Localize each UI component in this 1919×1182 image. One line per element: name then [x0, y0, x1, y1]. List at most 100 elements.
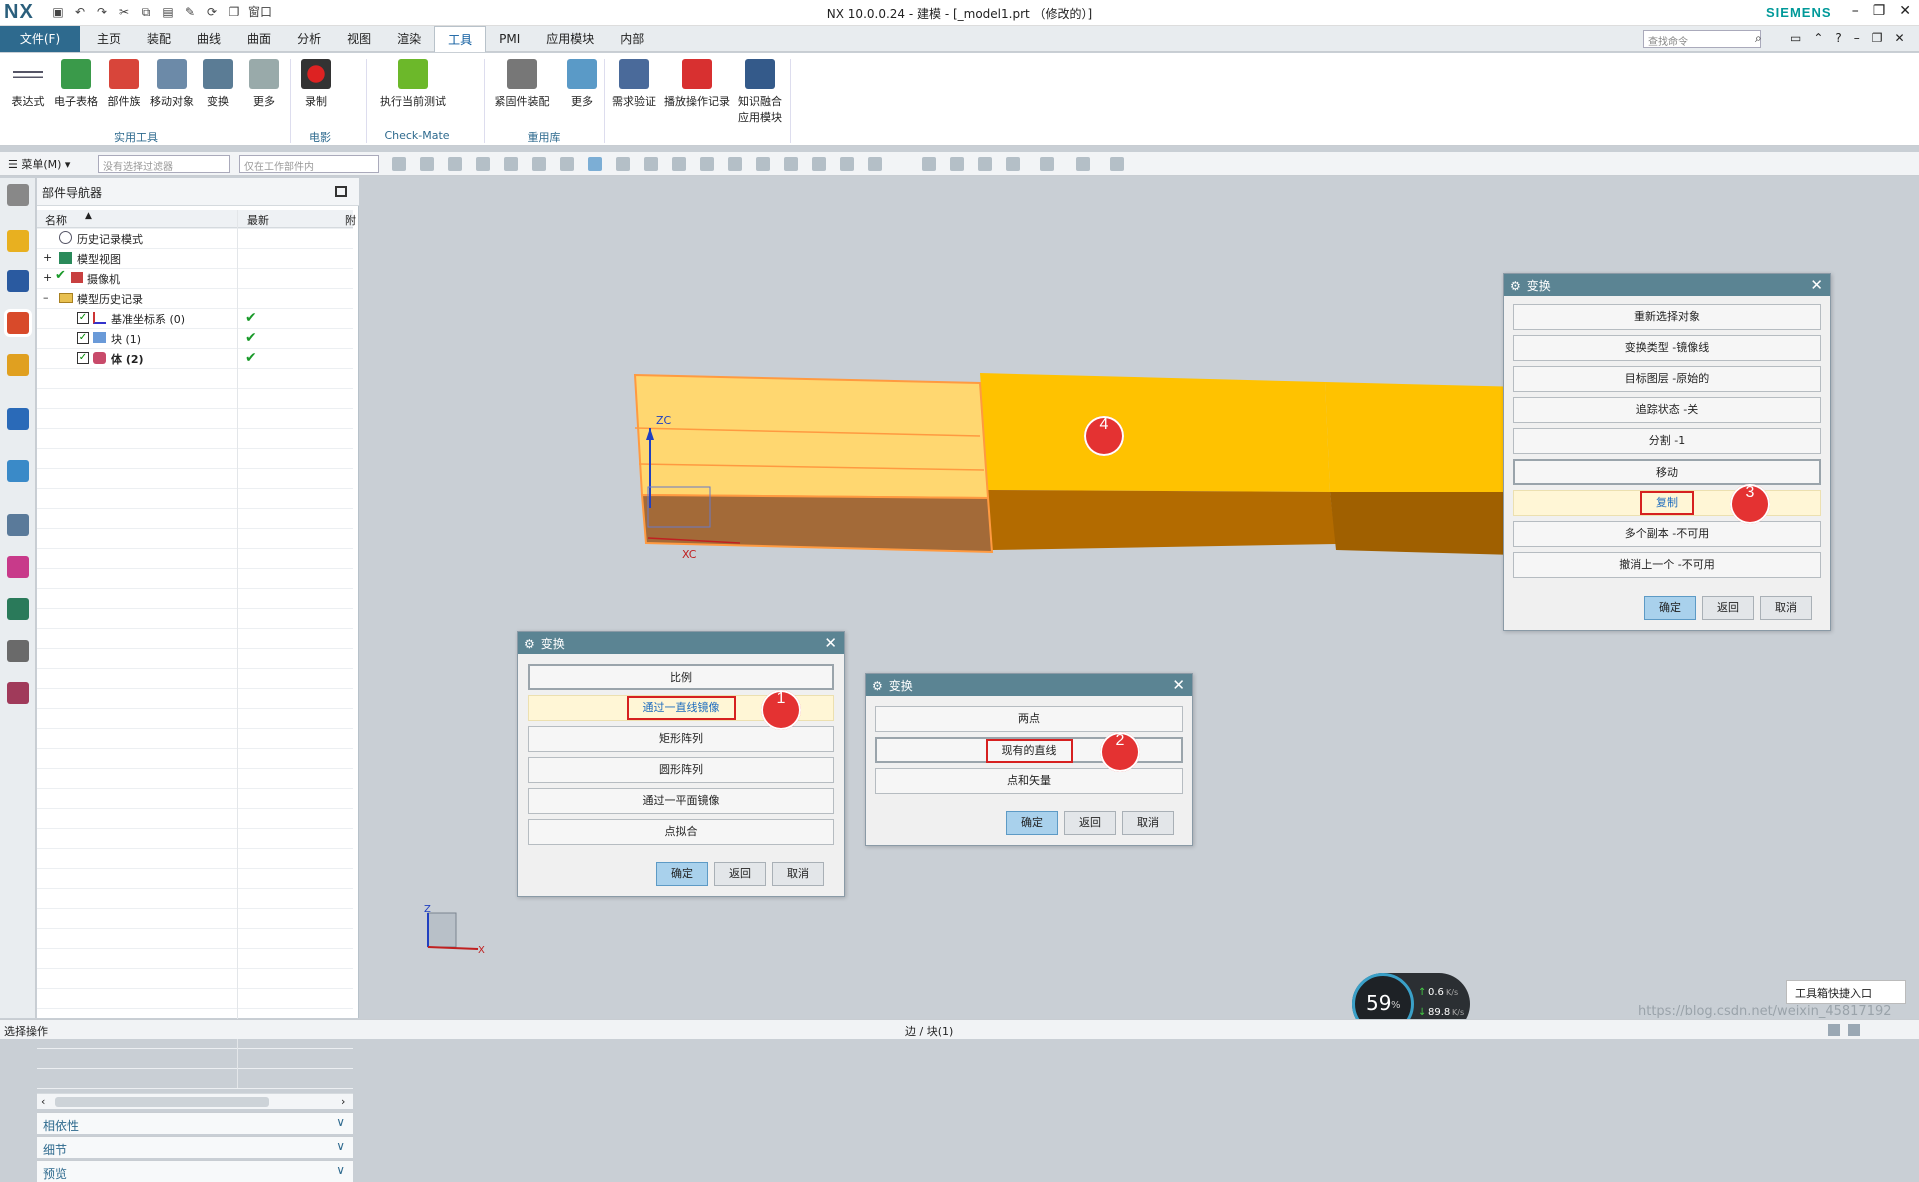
history-icon[interactable] — [7, 514, 29, 536]
back-button[interactable]: 返回 — [1702, 596, 1754, 620]
cancel-button[interactable]: 取消 — [1760, 596, 1812, 620]
option-point-and-vector[interactable]: 点和矢量 — [875, 768, 1183, 794]
collapse-ribbon-icon[interactable]: ⌃ — [1813, 31, 1823, 45]
manufacturing-wizard-icon[interactable] — [7, 640, 29, 662]
hd3d-tools-icon[interactable] — [7, 408, 29, 430]
solid-select-icon[interactable] — [588, 157, 602, 171]
more-reuse-button[interactable]: 更多 — [556, 59, 608, 109]
snap-icon[interactable] — [868, 157, 882, 171]
run-current-test-button[interactable]: 执行当前测试 — [374, 59, 452, 109]
snap-icon[interactable] — [672, 157, 686, 171]
view-icon[interactable] — [1006, 157, 1020, 171]
snap-icon[interactable] — [700, 157, 714, 171]
horizontal-scrollbar[interactable]: ‹ › — [37, 1093, 353, 1109]
section-details[interactable]: 细节 ∨ — [37, 1136, 353, 1158]
tab-render[interactable]: 渲染 — [384, 26, 434, 52]
reuse-library-icon[interactable] — [7, 354, 29, 376]
column-name[interactable]: 名称 — [45, 212, 67, 228]
assembly-navigator-icon[interactable] — [7, 230, 29, 252]
visibility-checkbox[interactable]: ✓ — [77, 332, 89, 344]
part-family-button[interactable]: 部件族 — [98, 59, 150, 109]
snap-icon[interactable] — [756, 157, 770, 171]
tree-row[interactable]: – 模型历史记录 — [37, 288, 353, 308]
spreadsheet-button[interactable]: 电子表格 — [50, 59, 102, 109]
column-extra[interactable]: 附 — [345, 212, 356, 228]
scroll-left-icon[interactable]: ‹ — [41, 1095, 45, 1108]
maximize-panel-icon[interactable] — [335, 186, 347, 197]
snap-icon[interactable] — [448, 157, 462, 171]
tab-assembly[interactable]: 装配 — [134, 26, 184, 52]
snap-icon[interactable] — [532, 157, 546, 171]
expression-button[interactable]: 表达式 — [2, 59, 54, 109]
tab-surface[interactable]: 曲面 — [234, 26, 284, 52]
option-transform-type[interactable]: 变换类型 -镜像线 — [1513, 335, 1821, 361]
close-icon[interactable]: ✕ — [1172, 676, 1185, 694]
scroll-right-icon[interactable]: › — [341, 1095, 345, 1108]
move-object-button[interactable]: 移动对象 — [146, 59, 198, 109]
visibility-checkbox[interactable]: ✓ — [77, 312, 89, 324]
option-multiple-copies[interactable]: 多个副本 -不可用 — [1513, 521, 1821, 547]
tab-application[interactable]: 应用模块 — [533, 26, 607, 52]
ok-button[interactable]: 确定 — [656, 862, 708, 886]
close-icon[interactable]: ✕ — [824, 634, 837, 652]
tree-row[interactable]: ✓ 块 (1) ✔ — [37, 328, 353, 348]
snap-icon[interactable] — [420, 157, 434, 171]
knowledge-fusion-button[interactable]: 知识融合 应用模块 — [734, 59, 786, 125]
option-rectangular-array[interactable]: 矩形阵列 — [528, 726, 834, 752]
minimize-doc-icon[interactable]: – — [1854, 31, 1860, 45]
process-studio-icon[interactable] — [7, 598, 29, 620]
tab-tools[interactable]: 工具 — [434, 26, 487, 52]
collapse-icon[interactable]: – — [43, 291, 49, 304]
visibility-checkbox[interactable]: ✓ — [77, 352, 89, 364]
view-icon[interactable] — [978, 157, 992, 171]
status-icon[interactable] — [1848, 1024, 1860, 1036]
command-search-input[interactable]: 查找命令 — [1643, 30, 1761, 48]
more-utilities-button[interactable]: 更多 — [238, 59, 290, 109]
system-materials-icon[interactable] — [7, 556, 29, 578]
part-navigator-icon[interactable] — [7, 312, 29, 334]
settings-gear-icon[interactable] — [7, 184, 29, 206]
option-copy[interactable]: 复制 — [1513, 490, 1821, 516]
tree-row[interactable]: ✓ 基准坐标系 (0) ✔ — [37, 308, 353, 328]
view-icon[interactable] — [950, 157, 964, 171]
option-subdivide[interactable]: 分割 -1 — [1513, 428, 1821, 454]
fastener-assembly-button[interactable]: 紧固件装配 — [490, 59, 554, 109]
tree-row[interactable]: 历史记录模式 — [37, 228, 353, 248]
back-button[interactable]: 返回 — [1064, 811, 1116, 835]
option-mirror-through-plane[interactable]: 通过一平面镜像 — [528, 788, 834, 814]
toolbox-shortcut[interactable]: 工具箱快捷入口 ✕ — [1786, 980, 1906, 1004]
option-move[interactable]: 移动 — [1513, 459, 1821, 485]
option-point-fit[interactable]: 点拟合 — [528, 819, 834, 845]
menu-button[interactable]: ☰ 菜单(M) ▾ — [8, 156, 70, 172]
snap-icon[interactable] — [784, 157, 798, 171]
expand-icon[interactable]: + — [43, 251, 52, 264]
view-icon[interactable] — [1040, 157, 1054, 171]
restore-doc-icon[interactable]: ❐ — [1872, 31, 1883, 45]
record-button[interactable]: 录制 — [290, 59, 342, 109]
option-scale[interactable]: 比例 — [528, 664, 834, 690]
tab-home[interactable]: 主页 — [84, 26, 134, 52]
tab-view[interactable]: 视图 — [334, 26, 384, 52]
file-menu-tab[interactable]: 文件(F) — [0, 26, 80, 52]
view-icon[interactable] — [922, 157, 936, 171]
option-trace-status[interactable]: 追踪状态 -关 — [1513, 397, 1821, 423]
status-icon[interactable] — [1828, 1024, 1840, 1036]
web-browser-icon[interactable] — [7, 460, 29, 482]
help-icon[interactable]: ? — [1835, 31, 1841, 45]
ribbon-options-icon[interactable]: ▭ — [1790, 31, 1801, 45]
restore-icon[interactable]: ❐ — [1873, 3, 1886, 19]
tab-internal[interactable]: 内部 — [607, 26, 657, 52]
option-circular-array[interactable]: 圆形阵列 — [528, 757, 834, 783]
type-filter-select[interactable]: 没有选择过滤器 — [98, 155, 230, 173]
constraint-navigator-icon[interactable] — [7, 270, 29, 292]
section-dependencies[interactable]: 相依性 ∨ — [37, 1112, 353, 1134]
snap-icon[interactable] — [728, 157, 742, 171]
snap-icon[interactable] — [812, 157, 826, 171]
tab-analysis[interactable]: 分析 — [284, 26, 334, 52]
roles-icon[interactable] — [7, 682, 29, 704]
snap-icon[interactable] — [644, 157, 658, 171]
snap-icon[interactable] — [504, 157, 518, 171]
tab-curve[interactable]: 曲线 — [184, 26, 234, 52]
tree-row[interactable]: + 模型视图 — [37, 248, 353, 268]
back-button[interactable]: 返回 — [714, 862, 766, 886]
